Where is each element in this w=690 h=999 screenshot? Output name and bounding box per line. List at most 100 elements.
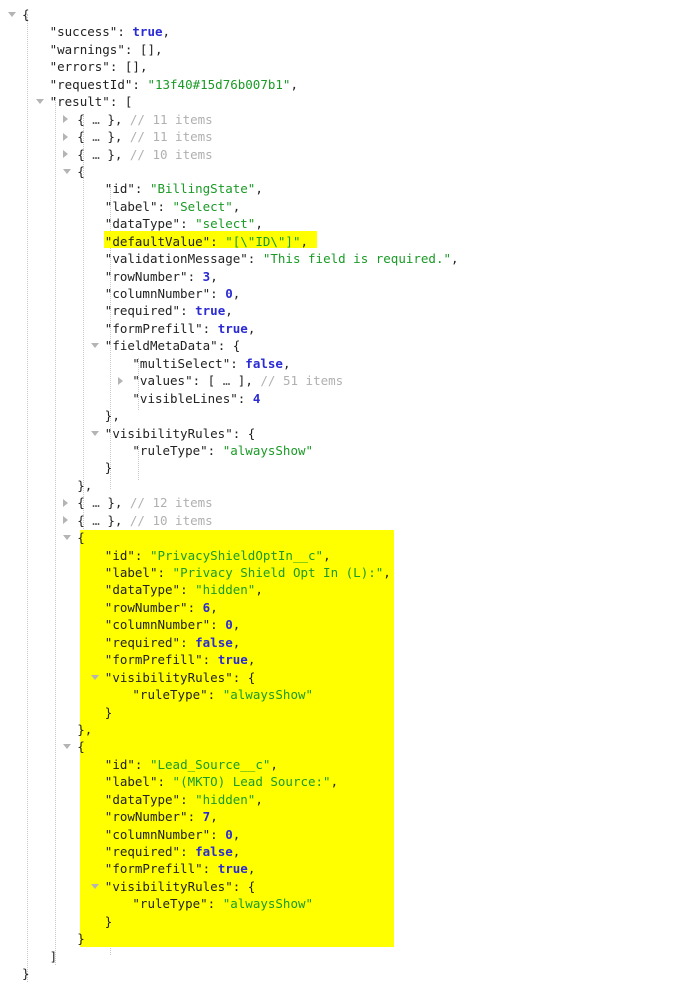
code-line: "fieldMetaData": { — [0, 337, 690, 354]
code-line-text: "ruleType": "alwaysShow" — [132, 687, 314, 703]
code-line: "columnNumber": 0, — [0, 826, 690, 843]
code-line-text: "visibilityRules": { — [104, 425, 256, 441]
code-line: { — [0, 163, 690, 180]
code-line-text: "formPrefill": true, — [104, 861, 256, 877]
code-line: "visibilityRules": { — [0, 669, 690, 686]
disclosure-triangle-collapsed-icon[interactable] — [63, 132, 69, 141]
code-line: "result": [ — [0, 93, 690, 110]
code-line: "visibleLines": 4 — [0, 390, 690, 407]
code-line: } — [0, 930, 690, 947]
code-line: }, — [0, 477, 690, 494]
code-line-text: "columnNumber": 0, — [104, 286, 241, 301]
disclosure-triangle-collapsed-icon[interactable] — [63, 115, 69, 124]
code-line: "ruleType": "alwaysShow" — [0, 686, 690, 703]
code-line-text: ] — [49, 948, 58, 964]
code-line-text: "dataType": "select", — [104, 216, 263, 232]
code-line-text: "warnings": [], — [49, 41, 163, 57]
code-line-text: "success": true, — [49, 24, 171, 40]
code-line: "id": "PrivacyShieldOptIn__c", — [0, 547, 690, 564]
code-line-text: }, — [77, 477, 93, 493]
code-line-text: "id": "Lead_Source__c", — [104, 756, 278, 772]
code-line: "id": "BillingState", — [0, 180, 690, 197]
disclosure-triangle-expanded-icon[interactable] — [63, 744, 72, 750]
code-line: "values": [ … ], // 51 items — [0, 372, 690, 389]
code-line-text: { … }, // 11 items — [77, 129, 213, 145]
disclosure-triangle-collapsed-icon[interactable] — [118, 376, 124, 385]
code-line-text: "id": "BillingState", — [104, 181, 263, 197]
code-line: "visibilityRules": { — [0, 878, 690, 895]
code-line-text: { … }, // 10 items — [77, 512, 213, 528]
disclosure-triangle-expanded-icon[interactable] — [90, 430, 99, 436]
code-line: "rowNumber": 7, — [0, 808, 690, 825]
code-line: { … }, // 11 items — [0, 111, 690, 128]
code-line: { — [0, 529, 690, 546]
json-code-block: { "success": true, "warnings": [], "errors"… — [0, 6, 690, 983]
disclosure-triangle-collapsed-icon[interactable] — [63, 498, 69, 507]
code-line: "visibilityRules": { — [0, 425, 690, 442]
code-line: "errors": [], — [0, 58, 690, 75]
code-line-text: } — [104, 913, 113, 929]
code-line-text: "values": [ … ], // 51 items — [132, 373, 344, 389]
disclosure-triangle-expanded-icon[interactable] — [35, 99, 44, 105]
code-line-text: { … }, // 12 items — [77, 495, 213, 511]
disclosure-triangle-expanded-icon[interactable] — [63, 168, 72, 174]
code-line-text: "required": false, — [104, 844, 241, 859]
disclosure-triangle-expanded-icon[interactable] — [90, 674, 99, 680]
code-line-text: } — [22, 966, 30, 982]
code-line: { … }, // 12 items — [0, 494, 690, 511]
code-line: } — [0, 913, 690, 930]
code-line-text: "errors": [], — [49, 59, 148, 75]
code-line-text: "fieldMetaData": { — [104, 338, 241, 354]
code-line: "required": true, — [0, 302, 690, 319]
disclosure-triangle-expanded-icon[interactable] — [90, 343, 99, 349]
code-line: { … }, // 10 items — [0, 146, 690, 163]
code-line-text: { — [77, 530, 85, 546]
code-line: "dataType": "hidden", — [0, 791, 690, 808]
code-line-text: }, — [77, 721, 93, 737]
disclosure-triangle-collapsed-icon[interactable] — [63, 150, 69, 158]
disclosure-triangle-expanded-icon[interactable] — [63, 535, 72, 541]
code-line: "formPrefill": true, — [0, 860, 690, 877]
code-line-text: "id": "PrivacyShieldOptIn__c", — [104, 547, 331, 563]
code-line-text: "required": false, — [104, 634, 241, 650]
code-line: "rowNumber": 6, — [0, 599, 690, 616]
code-line: } — [0, 704, 690, 721]
code-line-text: { — [77, 739, 85, 755]
code-line-text: "required": true, — [104, 303, 233, 319]
code-line: "required": false, — [0, 634, 690, 651]
code-line: "label": "Privacy Shield Opt In (L):", — [0, 564, 690, 581]
code-line: "dataType": "hidden", — [0, 581, 690, 598]
code-line: }, — [0, 407, 690, 424]
code-line: "rowNumber": 3, — [0, 268, 690, 285]
code-line-text: "rowNumber": 3, — [104, 268, 218, 284]
code-line: "formPrefill": true, — [0, 651, 690, 668]
code-line: { … }, // 10 items — [0, 512, 690, 529]
code-line-text: { … }, // 11 items — [77, 111, 213, 127]
code-line: "requestId": "13f40#15d76b007b1", — [0, 76, 690, 93]
code-line: "multiSelect": false, — [0, 355, 690, 372]
code-line: "defaultValue": "[\"ID\"]", — [0, 233, 690, 250]
code-line-text: "result": [ — [49, 94, 133, 110]
code-line-text: "rowNumber": 6, — [104, 599, 218, 615]
code-line: "label": "Select", — [0, 198, 690, 215]
disclosure-triangle-collapsed-icon[interactable] — [63, 516, 69, 525]
code-line-text: "label": "Select", — [104, 198, 241, 214]
code-line: { … }, // 11 items — [0, 128, 690, 145]
json-response-viewer: { "success": true, "warnings": [], "errors"… — [0, 0, 690, 999]
code-line-text: } — [77, 931, 85, 947]
code-line-text: "visibleLines": 4 — [132, 390, 261, 406]
code-line-text: "validationMessage": "This field is requ… — [104, 251, 459, 267]
code-line-text: { — [22, 7, 30, 22]
code-line: "ruleType": "alwaysShow" — [0, 442, 690, 459]
disclosure-triangle-expanded-icon[interactable] — [90, 883, 99, 889]
code-line-text: } — [104, 460, 113, 476]
disclosure-triangle-expanded-icon[interactable] — [8, 12, 16, 17]
code-line: "warnings": [], — [0, 41, 690, 58]
code-line-text: "columnNumber": 0, — [104, 617, 241, 633]
code-line: "success": true, — [0, 23, 690, 40]
code-line: "columnNumber": 0, — [0, 285, 690, 302]
code-line-text: "ruleType": "alwaysShow" — [132, 442, 314, 458]
code-line: "formPrefill": true, — [0, 320, 690, 337]
code-line: }, — [0, 721, 690, 738]
code-line-text: "label": "(MKTO) Lead Source:", — [104, 774, 339, 790]
